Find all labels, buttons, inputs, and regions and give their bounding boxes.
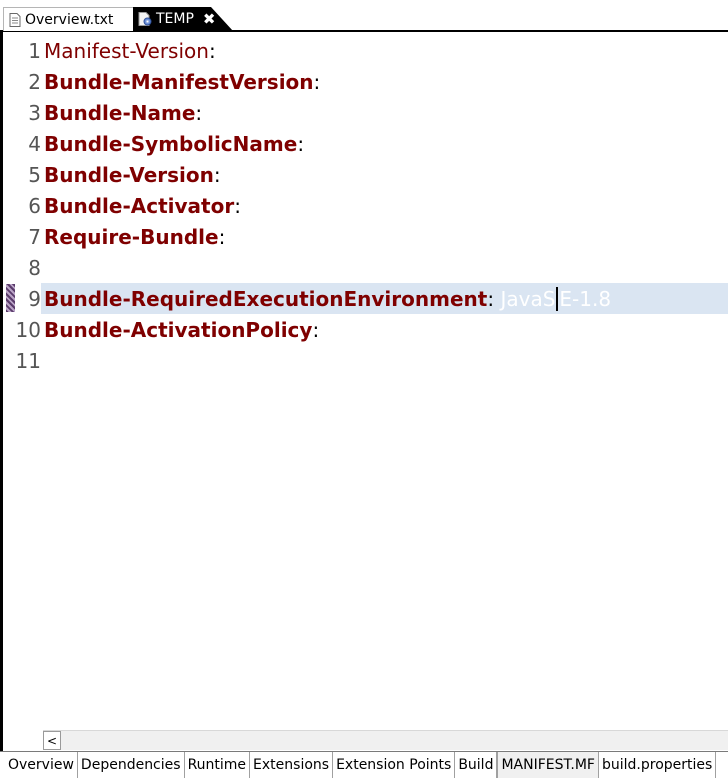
- manifest-key: Bundle-ManifestVersion: [44, 69, 314, 94]
- line-number: 9: [28, 286, 41, 311]
- line-number: 8: [28, 255, 41, 280]
- tab-manifest-mf[interactable]: MANIFEST.MF: [497, 752, 599, 778]
- colon: :: [297, 131, 305, 156]
- code-line-2: 2 Bundle-ManifestVersion:: [3, 66, 728, 97]
- code-line-5: 5 Bundle-Version:: [3, 159, 728, 190]
- text-editor-area[interactable]: 1 Manifest-Version: 2 Bundle-ManifestVer…: [0, 32, 728, 751]
- tab-dependencies[interactable]: Dependencies: [78, 752, 185, 778]
- code-line-4: 4 Bundle-SymbolicName:: [3, 128, 728, 159]
- tab-temp-label: TEMP: [156, 11, 194, 27]
- line-number: 3: [28, 100, 41, 125]
- editor-page-tabs: Overview Dependencies Runtime Extensions…: [0, 751, 728, 778]
- code-line-7: 7 Require-Bundle:: [3, 221, 728, 252]
- manifest-key: Manifest-Version: [44, 38, 209, 63]
- colon: :: [213, 162, 221, 187]
- line-number: 6: [28, 193, 41, 218]
- tab-build[interactable]: Build: [455, 752, 498, 778]
- editor-tab-bar: Overview.txt TEMP ✖: [0, 0, 728, 32]
- manifest-key: Bundle-Activator: [44, 193, 235, 218]
- scroll-left-button[interactable]: <: [43, 731, 61, 750]
- line-number: 2: [28, 69, 41, 94]
- line-number: 10: [15, 317, 41, 342]
- code-line-3: 3 Bundle-Name:: [3, 97, 728, 128]
- manifest-file-icon: [138, 12, 152, 26]
- manifest-key: Bundle-SymbolicName: [44, 131, 298, 156]
- colon: :: [234, 193, 241, 218]
- manifest-key: Bundle-Name: [44, 100, 196, 125]
- tab-temp[interactable]: TEMP ✖: [133, 7, 233, 31]
- code-line-10: 10 Bundle-ActivationPolicy:: [3, 314, 728, 345]
- close-icon[interactable]: ✖: [203, 11, 216, 27]
- chevron-left-icon: <: [46, 733, 58, 748]
- tab-overview-txt[interactable]: Overview.txt: [3, 7, 135, 31]
- code-line-1: 1 Manifest-Version:: [3, 35, 728, 66]
- manifest-value: JavaS: [494, 286, 556, 311]
- line-number: 1: [28, 38, 41, 63]
- code-line-8: 8: [3, 252, 728, 283]
- line-number: 11: [15, 348, 41, 373]
- text-caret: [556, 286, 559, 311]
- manifest-key: Require-Bundle: [44, 224, 219, 249]
- tab-build-properties[interactable]: build.properties: [599, 752, 717, 778]
- code-line-6: 6 Bundle-Activator:: [3, 190, 728, 221]
- horizontal-scrollbar[interactable]: <: [43, 730, 728, 750]
- colon: :: [487, 286, 495, 311]
- tab-extensions[interactable]: Extensions: [250, 752, 334, 778]
- manifest-editor-window: Overview.txt TEMP ✖ 1 Manifest-Version: …: [0, 0, 728, 778]
- tab-runtime[interactable]: Runtime: [185, 752, 251, 778]
- tab-overview[interactable]: Overview: [5, 752, 78, 778]
- tab-overview-txt-label: Overview.txt: [25, 11, 114, 28]
- colon: :: [195, 100, 203, 125]
- text-file-icon: [9, 12, 21, 27]
- colon: :: [313, 69, 321, 94]
- line-number: 7: [28, 224, 41, 249]
- line-number: 5: [28, 162, 41, 187]
- manifest-value-rest: E-1.8: [559, 286, 612, 311]
- code-line-11: 11: [3, 345, 728, 376]
- line-number: 4: [28, 131, 41, 156]
- colon: :: [208, 38, 216, 63]
- code-line-9: 9 Bundle-RequiredExecutionEnvironment: J…: [3, 283, 728, 314]
- manifest-key: Bundle-RequiredExecutionEnvironment: [44, 286, 488, 311]
- manifest-key: Bundle-Version: [44, 162, 214, 187]
- manifest-key: Bundle-ActivationPolicy: [44, 317, 313, 342]
- colon: :: [312, 317, 320, 342]
- colon: :: [218, 224, 226, 249]
- tab-extension-points[interactable]: Extension Points: [333, 752, 456, 778]
